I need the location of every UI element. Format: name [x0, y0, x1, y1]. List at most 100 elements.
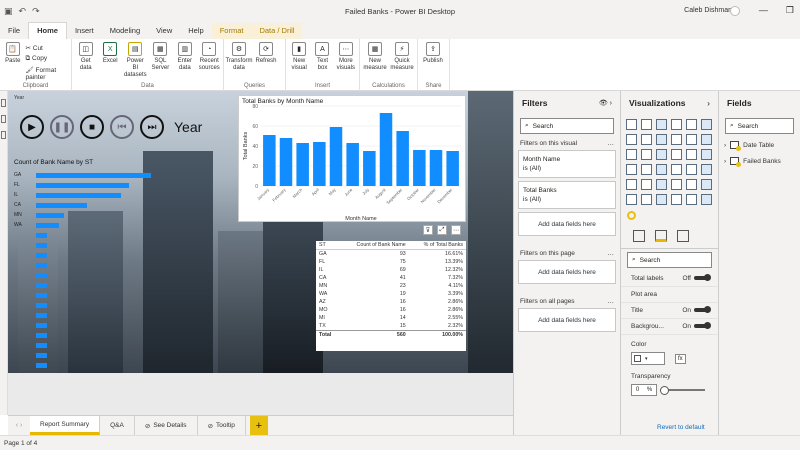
hbar-bar[interactable] — [36, 273, 47, 278]
column-bar[interactable] — [313, 142, 326, 186]
toggle-switch[interactable] — [694, 274, 711, 281]
hbar-bar[interactable] — [36, 183, 129, 188]
pause-icon[interactable]: ❚❚ — [50, 115, 74, 139]
filters-search-input[interactable]: ⌕ Search — [520, 118, 614, 134]
page-tab-report-summary[interactable]: Report Summary — [30, 416, 101, 435]
tab-file[interactable]: File — [0, 26, 28, 39]
tab-modeling[interactable]: Modeling — [102, 26, 148, 39]
new-measure-button[interactable]: ▦ New measure — [363, 42, 387, 72]
hbar-bar[interactable] — [36, 313, 47, 318]
filter-card-month-name[interactable]: Month Name is (All) — [518, 150, 616, 178]
add-data-fields-drop-all[interactable]: Add data fields here — [518, 308, 616, 332]
focus-mode-icon[interactable]: ⤢ — [437, 225, 447, 235]
restore-icon[interactable]: ❐ — [786, 5, 794, 16]
table-row[interactable]: AZ 16 2.86% — [316, 298, 466, 306]
enter-data-button[interactable]: ▥ Enter data — [174, 42, 195, 72]
previous-icon[interactable]: ⏮ — [110, 115, 134, 139]
cut-button[interactable]: ✂ Cut — [25, 44, 68, 52]
column-header[interactable]: % of Total Banks — [408, 241, 466, 250]
hbar-bar[interactable] — [36, 263, 47, 268]
format-search-input[interactable]: ⌕ Search — [627, 252, 712, 268]
visual-type-icon[interactable] — [641, 149, 652, 160]
visual-type-icon[interactable] — [641, 179, 652, 190]
visual-type-icon[interactable] — [656, 179, 667, 190]
column-bar[interactable] — [429, 150, 443, 186]
recent-sources-button[interactable]: ◔ Recent sources — [199, 42, 220, 72]
next-icon[interactable]: ⏭ — [140, 115, 164, 139]
visual-type-icon[interactable] — [686, 194, 697, 205]
table-row[interactable]: GA 93 16.61% — [316, 250, 466, 259]
tab-data-drill[interactable]: Data / Drill — [251, 23, 303, 39]
column-bar[interactable] — [363, 151, 376, 186]
visual-type-icon[interactable] — [701, 194, 712, 205]
visual-type-icon[interactable] — [671, 194, 682, 205]
sql-server-button[interactable]: ▦ SQL Server — [150, 42, 171, 72]
table-row[interactable]: CA 41 7.32% — [316, 274, 466, 282]
hbar-bar[interactable] — [36, 243, 47, 248]
visual-type-icon[interactable] — [656, 149, 667, 160]
filter-icon[interactable]: ⊽ — [423, 225, 433, 235]
play-icon[interactable]: ▶ — [20, 115, 44, 139]
format-tab-icon[interactable] — [655, 230, 667, 242]
hbar-bar[interactable] — [36, 293, 47, 298]
get-data-button[interactable]: ◫ Get data — [75, 42, 96, 72]
visual-type-icon[interactable] — [686, 179, 697, 190]
visual-type-icon[interactable] — [626, 119, 637, 130]
publish-button[interactable]: ⇪ Publish — [421, 42, 445, 65]
excel-button[interactable]: X Excel — [99, 42, 120, 65]
eye-icon[interactable]: 👁 — [599, 100, 608, 107]
table-row[interactable]: MI 14 2.55% — [316, 314, 466, 322]
visual-type-icon[interactable] — [686, 134, 697, 145]
table-row[interactable]: IL 69 12.32% — [316, 266, 466, 274]
undo-icon[interactable]: ↶ — [19, 6, 27, 17]
visual-type-icon[interactable] — [626, 134, 637, 145]
visual-type-icon[interactable] — [641, 164, 652, 175]
total-labels-row[interactable]: Total labels Off — [621, 271, 718, 287]
toggle-switch[interactable] — [694, 306, 711, 313]
table-row[interactable]: TX 15 2.32% — [316, 322, 466, 331]
column-bar[interactable] — [413, 150, 426, 186]
visual-type-icon[interactable] — [701, 119, 712, 130]
column-bar[interactable] — [346, 143, 359, 186]
color-picker[interactable]: ▾ — [631, 352, 665, 365]
hbar-bar[interactable] — [36, 343, 47, 348]
hbar-bar[interactable] — [36, 303, 47, 308]
visual-type-icon[interactable] — [656, 164, 667, 175]
more-visuals-button[interactable]: ⋯ More visuals — [336, 42, 356, 72]
hbar-bar[interactable] — [36, 353, 47, 358]
hbar-bar[interactable] — [36, 323, 47, 328]
toggle-switch[interactable] — [694, 322, 711, 329]
add-page-button[interactable]: + — [249, 416, 268, 435]
new-visual-button[interactable]: ▮ New visual — [289, 42, 309, 72]
visual-type-icon[interactable] — [686, 149, 697, 160]
tab-view[interactable]: View — [148, 26, 180, 39]
add-data-fields-drop-page[interactable]: Add data fields here — [518, 260, 616, 284]
add-data-fields-drop-visual[interactable]: Add data fields here — [518, 212, 616, 236]
page-tab-tooltip[interactable]: ⊘ Tooltip — [198, 416, 246, 435]
report-view-icon[interactable] — [1, 99, 6, 107]
visual-type-icon[interactable] — [626, 194, 637, 205]
refresh-button[interactable]: ⟳ Refresh — [254, 42, 278, 65]
table-row[interactable]: WA 19 3.39% — [316, 290, 466, 298]
collapse-arrow-icon[interactable]: › — [610, 100, 612, 107]
tab-format[interactable]: Format — [211, 23, 252, 39]
page-tab-qa[interactable]: Q&A — [100, 416, 135, 435]
more-icon[interactable]: … — [608, 140, 615, 147]
stop-icon[interactable]: ■ — [80, 115, 104, 139]
collapse-arrow-icon[interactable]: › — [707, 98, 710, 108]
title-row[interactable]: Title On — [621, 303, 718, 319]
column-bar[interactable] — [396, 131, 409, 186]
hbar-bar[interactable] — [36, 213, 65, 218]
column-bar[interactable] — [329, 127, 343, 186]
transparency-slider[interactable] — [660, 386, 705, 395]
more-options-icon[interactable]: ⋯ — [451, 225, 461, 235]
hbar-bar[interactable] — [36, 223, 60, 228]
column-chart-visual[interactable]: Total Banks by Month Name 0 20 40 60 80 Januar… — [238, 95, 466, 222]
quick-measure-button[interactable]: ⚡ Quick measure — [390, 42, 414, 72]
table-row[interactable]: MO 16 2.86% — [316, 306, 466, 314]
visual-type-icon[interactable] — [626, 149, 637, 160]
tab-help[interactable]: Help — [180, 26, 211, 39]
visual-type-icon[interactable] — [701, 134, 712, 145]
visual-type-icon[interactable] — [641, 194, 652, 205]
transform-data-button[interactable]: ⚙ Transform data — [225, 42, 253, 72]
